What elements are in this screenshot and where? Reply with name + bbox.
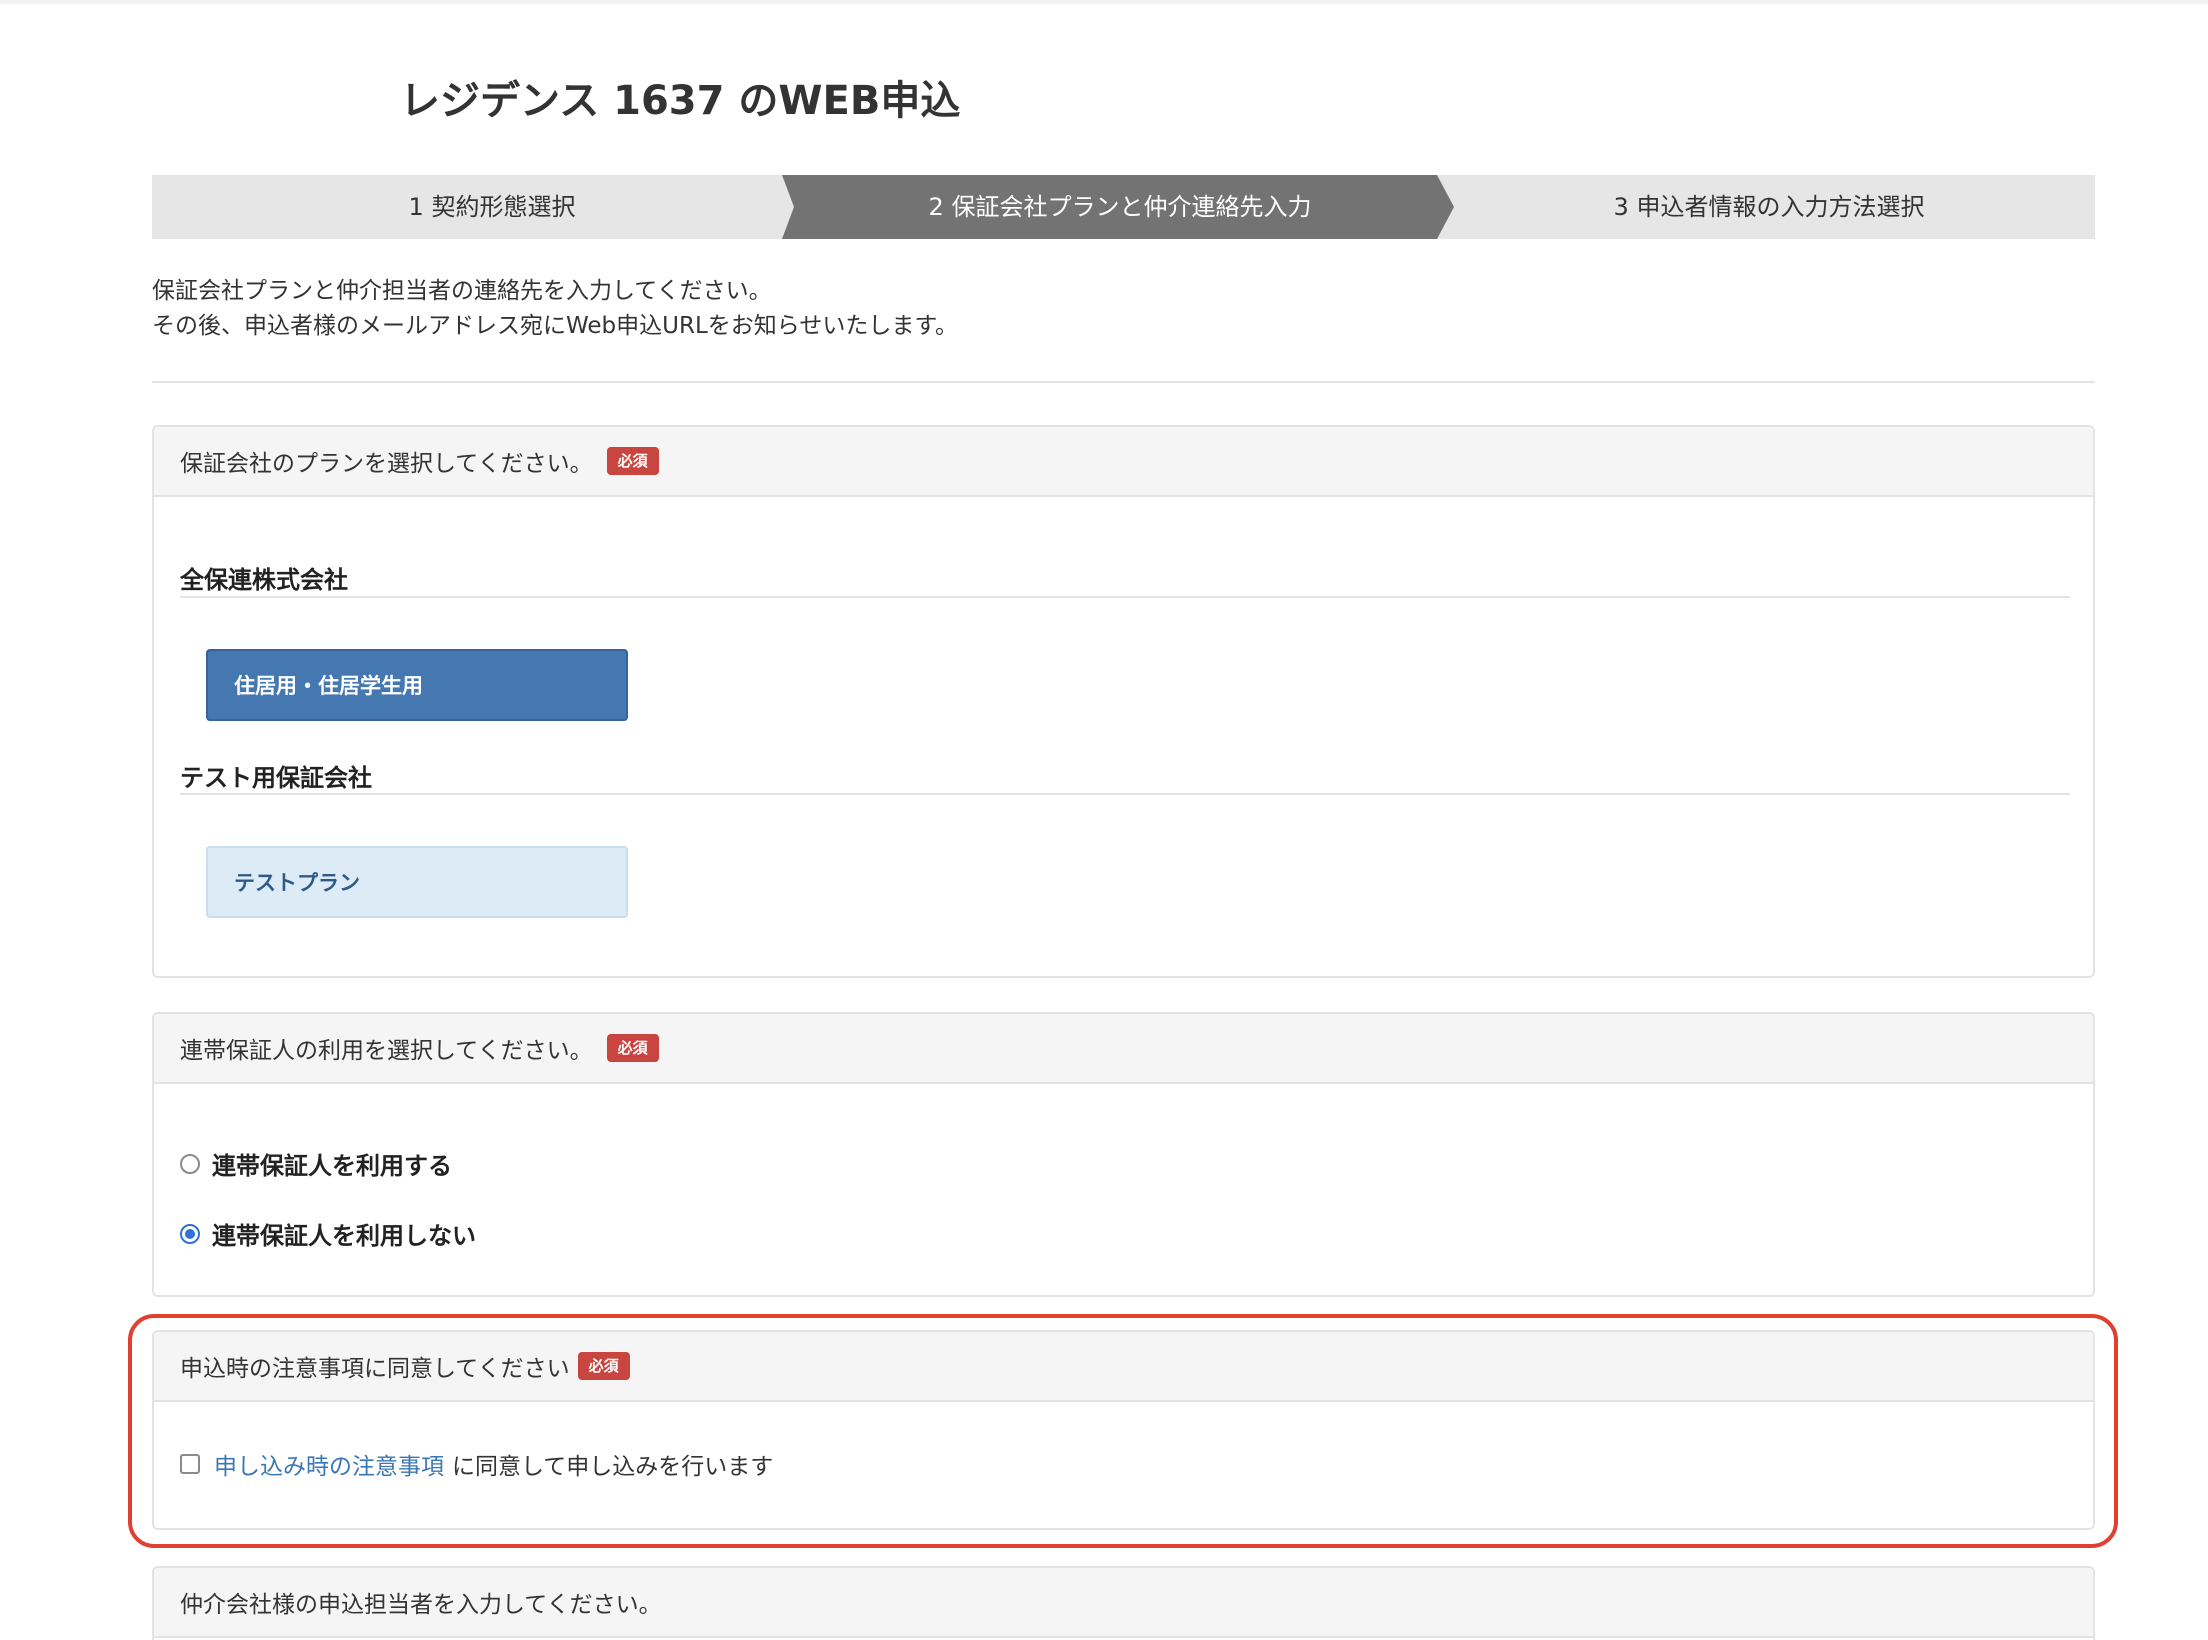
company-divider [180, 596, 2070, 598]
plan-option-residential[interactable]: 住居用・住居学生用 [206, 649, 628, 721]
guarantor-panel-title: 連帯保証人の利用を選択してください。 [180, 1038, 593, 1064]
plan-option-test[interactable]: テストプラン [206, 846, 628, 918]
radio-label: 連帯保証人を利用しない [212, 1222, 476, 1250]
radio-label: 連帯保証人を利用する [212, 1152, 452, 1180]
page-title: レジデンス 1637 のWEB申込 [400, 78, 961, 124]
guarantor-panel: 連帯保証人の利用を選択してください。 必須 連帯保証人を利用する 連帯保証人を利… [152, 1012, 2095, 1297]
top-border [0, 0, 2208, 4]
required-badge: 必須 [606, 1034, 659, 1062]
plan-panel-title: 保証会社のプランを選択してください。 [180, 451, 593, 477]
step-2-active: 2 保証会社プランと仲介連絡先入力 [928, 193, 1312, 221]
required-badge: 必須 [606, 447, 659, 475]
company-name: 全保連株式会社 [180, 566, 348, 594]
radio-no-guarantor[interactable]: 連帯保証人を利用しない [180, 1216, 476, 1251]
agent-panel-header: 仲介会社様の申込担当者を入力してください。 [154, 1568, 2093, 1638]
highlight-annotation [128, 1314, 2118, 1548]
guarantor-panel-header: 連帯保証人の利用を選択してください。 必須 [154, 1014, 2093, 1084]
plan-panel: 保証会社のプランを選択してください。 必須 全保連株式会社 住居用・住居学生用 … [152, 425, 2095, 978]
plan-panel-header: 保証会社のプランを選択してください。 必須 [154, 427, 2093, 497]
divider [152, 381, 2095, 383]
company-divider [180, 793, 2070, 795]
step-1: 1 契約形態選択 [408, 193, 576, 221]
company-name: テスト用保証会社 [180, 764, 372, 792]
intro-line-2: その後、申込者様のメールアドレス宛にWeb申込URLをお知らせいたします。 [152, 313, 959, 339]
radio-button-checked[interactable] [180, 1223, 200, 1244]
step-indicator: 1 契約形態選択 2 保証会社プランと仲介連絡先入力 3 申込者情報の入力方法選… [152, 175, 2095, 239]
intro-text: 保証会社プランと仲介担当者の連絡先を入力してください。 その後、申込者様のメール… [152, 274, 958, 344]
step-3: 3 申込者情報の入力方法選択 [1613, 193, 1925, 221]
agent-panel: 仲介会社様の申込担当者を入力してください。 [152, 1566, 2095, 1640]
intro-line-1: 保証会社プランと仲介担当者の連絡先を入力してください。 [152, 278, 772, 304]
radio-use-guarantor[interactable]: 連帯保証人を利用する [180, 1146, 452, 1181]
agent-panel-title: 仲介会社様の申込担当者を入力してください。 [180, 1592, 662, 1618]
radio-button[interactable] [180, 1153, 200, 1174]
